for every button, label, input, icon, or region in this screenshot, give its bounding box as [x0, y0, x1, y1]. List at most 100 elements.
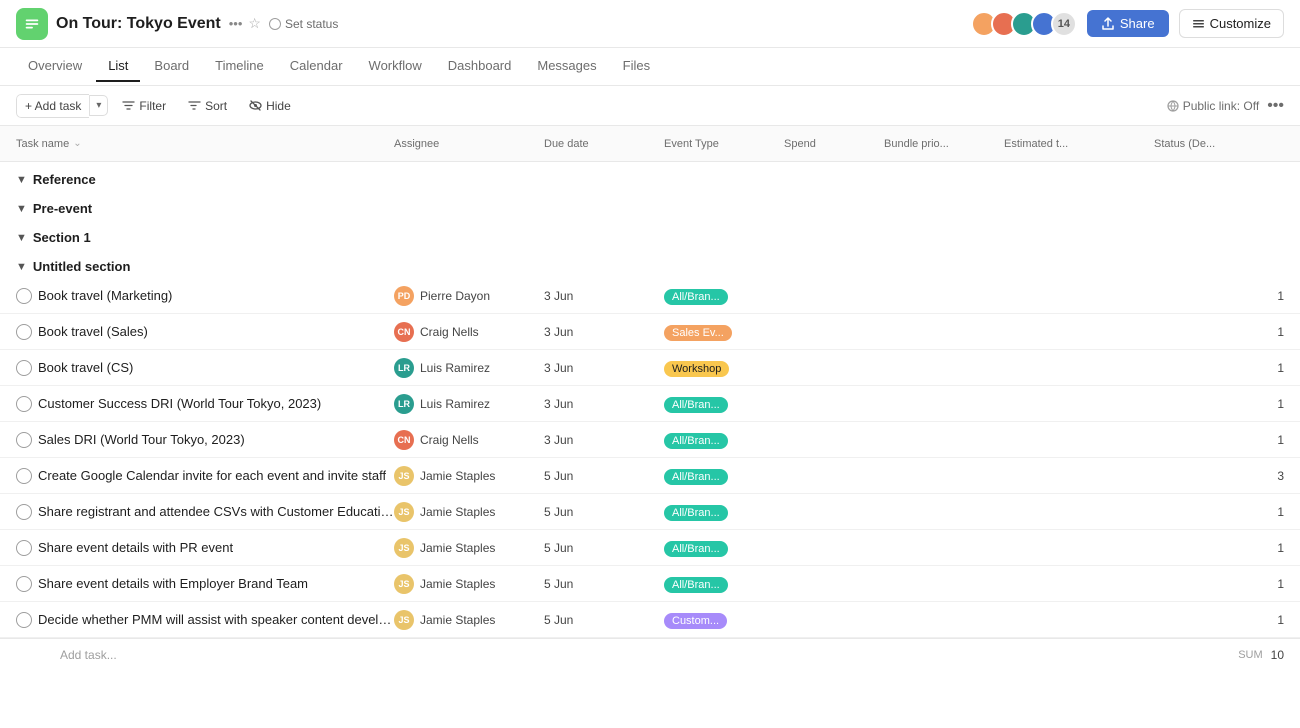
section-1[interactable]: ▼ Section 1	[0, 220, 1300, 249]
public-link[interactable]: Public link: Off	[1167, 99, 1259, 113]
event-type-cell: Custom...	[664, 612, 784, 627]
task-name-cell: Create Google Calendar invite for each e…	[16, 468, 394, 484]
tab-workflow[interactable]: Workflow	[357, 51, 434, 82]
avatar-group[interactable]: 14	[971, 11, 1077, 37]
table-row[interactable]: Create Google Calendar invite for each e…	[0, 458, 1300, 494]
assignee-cell: JS Jamie Staples	[394, 502, 544, 522]
sum-row: Add task... SUM 10	[0, 638, 1300, 670]
table-row[interactable]: Book travel (Sales) CN Craig Nells 3 Jun…	[0, 314, 1300, 350]
hide-button[interactable]: Hide	[241, 95, 299, 117]
column-headers: Task name ⌄ Assignee Due date Event Type…	[0, 126, 1300, 162]
share-button[interactable]: Share	[1087, 10, 1169, 37]
tab-list[interactable]: List	[96, 51, 140, 82]
tab-dashboard[interactable]: Dashboard	[436, 51, 524, 82]
col-status[interactable]: Status (De...	[1154, 138, 1284, 150]
nav-tabs: Overview List Board Timeline Calendar Wo…	[0, 48, 1300, 86]
assignee-name: Jamie Staples	[420, 541, 495, 555]
event-type-cell: All/Bran...	[664, 396, 784, 411]
table-row[interactable]: Share event details with PR event JS Jam…	[0, 530, 1300, 566]
due-date-cell: 3 Jun	[544, 433, 664, 447]
sum-area: SUM 10	[1154, 648, 1284, 662]
assignee-name: Luis Ramirez	[420, 361, 490, 375]
task-name: Customer Success DRI (World Tour Tokyo, …	[38, 396, 321, 411]
task-name: Share registrant and attendee CSVs with …	[38, 504, 394, 519]
share-label: Share	[1120, 16, 1155, 31]
assignee-cell: LR Luis Ramirez	[394, 394, 544, 414]
task-checkbox[interactable]	[16, 612, 32, 628]
assignee-name: Craig Nells	[420, 433, 479, 447]
add-task-button[interactable]: + Add task	[16, 94, 89, 118]
col-assignee[interactable]: Assignee	[394, 138, 544, 150]
due-date-cell: 5 Jun	[544, 577, 664, 591]
table-row[interactable]: Customer Success DRI (World Tour Tokyo, …	[0, 386, 1300, 422]
event-type-cell: Sales Ev...	[664, 324, 784, 339]
col-bundle[interactable]: Bundle prio...	[884, 138, 1004, 150]
table-row[interactable]: Share registrant and attendee CSVs with …	[0, 494, 1300, 530]
task-name-cell: Customer Success DRI (World Tour Tokyo, …	[16, 396, 394, 412]
task-checkbox[interactable]	[16, 540, 32, 556]
tab-files[interactable]: Files	[611, 51, 662, 82]
set-status-label: Set status	[285, 17, 338, 31]
task-checkbox[interactable]	[16, 288, 32, 304]
ellipsis-icon[interactable]: •••	[229, 16, 243, 31]
sort-button[interactable]: Sort	[180, 95, 235, 117]
task-checkbox[interactable]	[16, 432, 32, 448]
status-cell: 1	[1154, 397, 1284, 411]
avatar-count[interactable]: 14	[1051, 11, 1077, 37]
sort-chevron-icon: ⌄	[73, 138, 81, 149]
table-row[interactable]: Decide whether PMM will assist with spea…	[0, 602, 1300, 638]
event-type-cell: All/Bran...	[664, 432, 784, 447]
task-checkbox[interactable]	[16, 468, 32, 484]
due-date-cell: 5 Jun	[544, 469, 664, 483]
status-cell: 3	[1154, 469, 1284, 483]
set-status[interactable]: Set status	[269, 17, 338, 31]
app-icon[interactable]	[16, 8, 48, 40]
task-name: Book travel (Marketing)	[38, 288, 172, 303]
col-estimated[interactable]: Estimated t...	[1004, 138, 1154, 150]
table-row[interactable]: Book travel (CS) LR Luis Ramirez 3 Jun W…	[0, 350, 1300, 386]
col-due-date[interactable]: Due date	[544, 138, 664, 150]
col-spend[interactable]: Spend	[784, 138, 884, 150]
task-name-cell: Sales DRI (World Tour Tokyo, 2023)	[16, 432, 394, 448]
customize-button[interactable]: Customize	[1179, 9, 1284, 38]
event-type-badge: Custom...	[664, 613, 727, 629]
tab-board[interactable]: Board	[142, 51, 201, 82]
table-row[interactable]: Book travel (Marketing) PD Pierre Dayon …	[0, 278, 1300, 314]
section-untitled[interactable]: ▼ Untitled section	[0, 249, 1300, 278]
filter-button[interactable]: Filter	[114, 95, 174, 117]
avatar: CN	[394, 322, 414, 342]
tab-overview[interactable]: Overview	[16, 51, 94, 82]
tab-messages[interactable]: Messages	[525, 51, 608, 82]
table-row[interactable]: Share event details with Employer Brand …	[0, 566, 1300, 602]
task-checkbox[interactable]	[16, 576, 32, 592]
status-cell: 1	[1154, 541, 1284, 555]
tab-timeline[interactable]: Timeline	[203, 51, 276, 82]
event-type-cell: All/Bran...	[664, 504, 784, 519]
event-type-cell: All/Bran...	[664, 288, 784, 303]
section-pre-event[interactable]: ▼ Pre-event	[0, 191, 1300, 220]
table-row[interactable]: Sales DRI (World Tour Tokyo, 2023) CN Cr…	[0, 422, 1300, 458]
assignee-cell: JS Jamie Staples	[394, 466, 544, 486]
event-type-cell: All/Bran...	[664, 576, 784, 591]
task-checkbox[interactable]	[16, 396, 32, 412]
assignee-name: Luis Ramirez	[420, 397, 490, 411]
add-task-inline[interactable]: Add task...	[38, 648, 117, 662]
add-task-caret-button[interactable]: ▾	[89, 95, 108, 116]
avatar: JS	[394, 574, 414, 594]
status-cell: 1	[1154, 433, 1284, 447]
section-reference[interactable]: ▼ Reference	[0, 162, 1300, 191]
tab-calendar[interactable]: Calendar	[278, 51, 355, 82]
col-task-name[interactable]: Task name ⌄	[16, 138, 394, 150]
col-event-type[interactable]: Event Type	[664, 138, 784, 150]
section-title: Reference	[33, 172, 96, 187]
task-checkbox[interactable]	[16, 324, 32, 340]
task-checkbox[interactable]	[16, 360, 32, 376]
star-icon[interactable]: ☆	[248, 15, 261, 32]
section-title: Pre-event	[33, 201, 92, 216]
top-bar-right: 14 Share Customize	[971, 9, 1284, 38]
more-options-icon[interactable]: •••	[1267, 97, 1284, 115]
event-type-badge: Sales Ev...	[664, 325, 732, 341]
public-link-label: Public link: Off	[1183, 99, 1259, 113]
task-checkbox[interactable]	[16, 504, 32, 520]
status-cell: 1	[1154, 613, 1284, 627]
